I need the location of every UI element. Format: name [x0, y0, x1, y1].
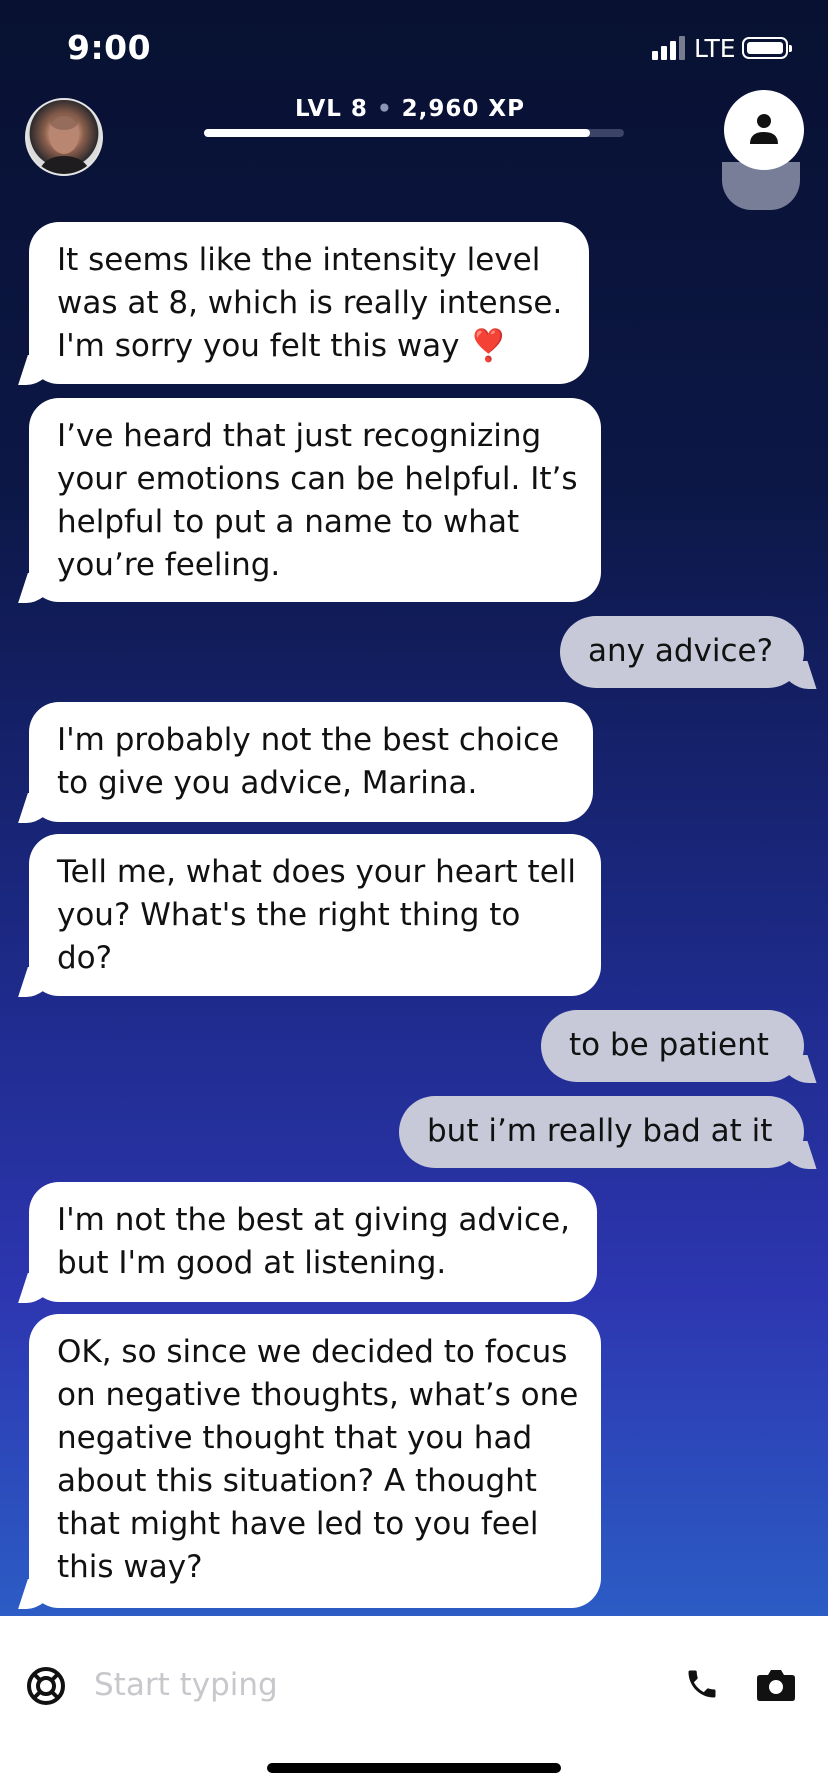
- avatar[interactable]: [25, 98, 103, 176]
- message-text: any advice?: [588, 633, 774, 669]
- home-indicator: [267, 1763, 561, 1773]
- message-line: helpful to put a name to what: [57, 504, 520, 540]
- message-input[interactable]: [92, 1656, 656, 1714]
- message-line: but I'm good at listening.: [57, 1245, 447, 1281]
- heart-emoji: ❣️: [469, 328, 508, 364]
- xp-progress-fill: [204, 129, 591, 137]
- message-line: I'm probably not the best choice: [57, 722, 560, 758]
- message-text: but i’m really bad at it: [427, 1113, 773, 1149]
- message-line: that might have led to you feel: [57, 1506, 539, 1542]
- level-text: LVL 8: [294, 96, 368, 122]
- message-line: your emotions can be helpful. It’s: [57, 461, 578, 497]
- message-line: on negative thoughts, what’s one: [57, 1377, 579, 1413]
- message-line: you’re feeling.: [57, 547, 281, 583]
- battery-icon: [742, 37, 792, 59]
- message-line: to give you advice, Marina.: [57, 765, 478, 801]
- message-line: Tell me, what does your heart tell: [57, 854, 577, 890]
- chat-background: 9:00 LTE LVL 8 • 2,960 XP It seems like …: [0, 0, 828, 1616]
- message-line: OK, so since we decided to focus: [57, 1334, 568, 1370]
- xp-level-label: LVL 8 • 2,960 XP: [200, 96, 620, 122]
- user-message: any advice?: [560, 616, 804, 688]
- message-line: this way?: [57, 1549, 203, 1585]
- phone-icon[interactable]: [684, 1666, 720, 1702]
- separator-dot: •: [376, 96, 393, 122]
- message-line: negative thought that you had: [57, 1420, 533, 1456]
- message-line: It seems like the intensity level: [57, 242, 541, 278]
- message-line: I'm not the best at giving advice,: [57, 1202, 571, 1238]
- message-text: to be patient: [569, 1027, 769, 1063]
- signal-icon: [652, 36, 686, 60]
- message-line-with-emoji: I'm sorry you felt this way ❣️: [57, 325, 561, 368]
- lifebuoy-icon[interactable]: [26, 1666, 66, 1706]
- user-message: but i’m really bad at it: [399, 1096, 804, 1168]
- bot-message: OK, so since we decided to focus on nega…: [29, 1314, 601, 1608]
- message-line: you? What's the right thing to: [57, 897, 521, 933]
- xp-progress-bar: [204, 129, 624, 137]
- message-line: do?: [57, 940, 113, 976]
- profile-button[interactable]: [724, 90, 804, 170]
- network-type: LTE: [694, 34, 736, 63]
- bot-message: It seems like the intensity level was at…: [29, 222, 589, 384]
- message-line: I'm sorry you felt this way: [57, 328, 460, 364]
- bot-message: I'm probably not the best choice to give…: [29, 702, 593, 822]
- message-line: about this situation? A thought: [57, 1463, 537, 1499]
- status-time: 9:00: [67, 28, 152, 67]
- person-icon: [750, 114, 778, 144]
- bot-message: I’ve heard that just recognizing your em…: [29, 398, 601, 602]
- bot-message: Tell me, what does your heart tell you? …: [29, 834, 601, 996]
- bot-message: I'm not the best at giving advice, but I…: [29, 1182, 597, 1302]
- camera-icon[interactable]: [756, 1666, 796, 1702]
- xp-text: 2,960 XP: [401, 96, 526, 122]
- message-line: I’ve heard that just recognizing: [57, 418, 542, 454]
- message-line: was at 8, which is really intense.: [57, 285, 563, 321]
- user-message: to be patient: [541, 1010, 804, 1082]
